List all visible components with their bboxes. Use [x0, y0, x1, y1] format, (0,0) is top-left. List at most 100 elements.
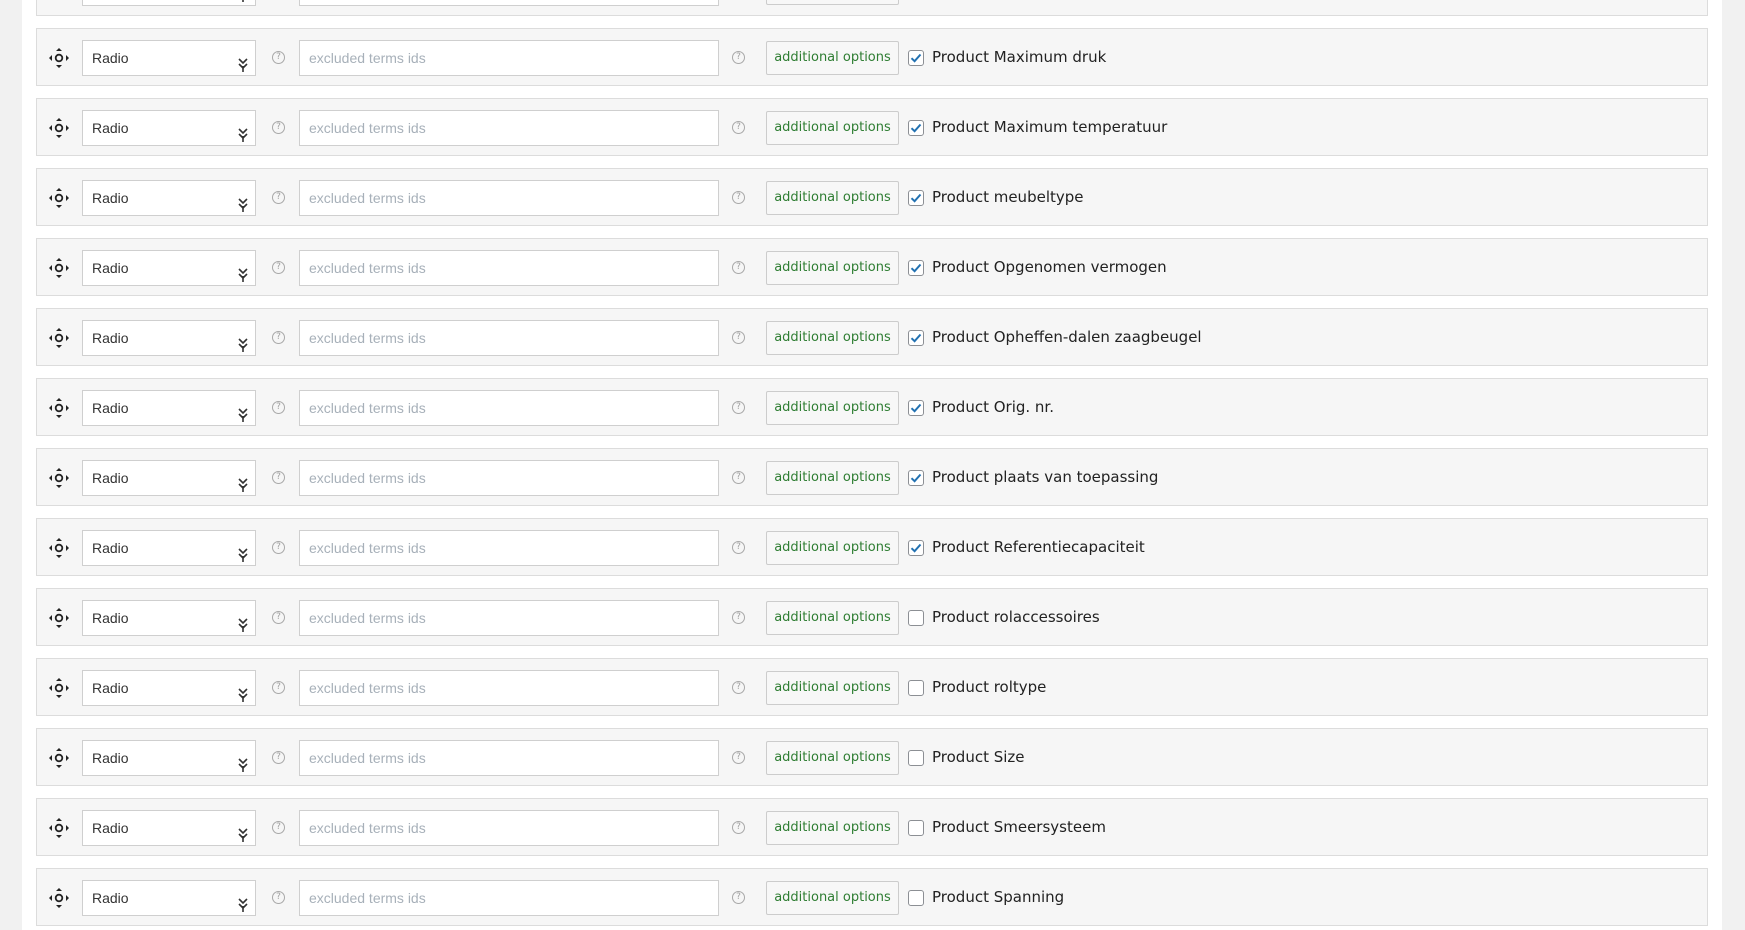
enable-checkbox[interactable] [908, 260, 924, 276]
drag-handle-icon[interactable] [46, 255, 72, 281]
additional-options-button[interactable]: additional options [766, 741, 899, 775]
help-icon[interactable]: ? [272, 261, 285, 274]
excluded-terms-input[interactable] [299, 320, 719, 356]
enable-checkbox[interactable] [908, 120, 924, 136]
drag-handle-icon[interactable] [46, 605, 72, 631]
excluded-terms-input[interactable] [299, 40, 719, 76]
additional-options-button[interactable]: additional options [766, 671, 899, 705]
help-icon[interactable]: ? [272, 121, 285, 134]
drag-handle-icon[interactable] [46, 185, 72, 211]
help-icon[interactable]: ? [732, 751, 745, 764]
additional-options-button[interactable]: additional options [766, 531, 899, 565]
additional-options-button[interactable]: additional options [766, 181, 899, 215]
filter-type-select[interactable]: Radio [82, 250, 256, 286]
filter-type-select[interactable]: Radio [82, 530, 256, 566]
filter-type-select[interactable]: Radio [82, 810, 256, 846]
filter-type-select[interactable]: Radio [82, 880, 256, 916]
excluded-terms-input[interactable] [299, 460, 719, 496]
excluded-terms-input[interactable] [299, 600, 719, 636]
filter-type-select[interactable]: Radio [82, 670, 256, 706]
additional-options-button[interactable]: additional options [766, 811, 899, 845]
drag-handle-icon[interactable] [46, 745, 72, 771]
filter-row: Radio?? additional options Product Orig. n… [36, 378, 1708, 436]
drag-handle-icon[interactable] [46, 535, 72, 561]
drag-handle-icon[interactable] [46, 325, 72, 351]
help-icon[interactable]: ? [272, 401, 285, 414]
help-icon[interactable]: ? [272, 471, 285, 484]
help-icon[interactable]: ? [732, 611, 745, 624]
excluded-terms-input[interactable] [299, 250, 719, 286]
enable-checkbox[interactable] [908, 890, 924, 906]
drag-handle-icon[interactable] [46, 115, 72, 141]
enable-checkbox[interactable] [908, 50, 924, 66]
additional-options-button[interactable]: additional options [766, 41, 899, 75]
excluded-terms-input[interactable] [299, 810, 719, 846]
help-icon[interactable]: ? [732, 821, 745, 834]
help-icon[interactable]: ? [732, 261, 745, 274]
enable-checkbox[interactable] [908, 330, 924, 346]
filter-type-select[interactable]: Radio [82, 460, 256, 496]
attribute-label: Product Referentiecapaciteit [932, 538, 1145, 556]
excluded-terms-input[interactable] [299, 670, 719, 706]
additional-options-button[interactable]: additional options [766, 601, 899, 635]
enable-checkbox[interactable] [908, 400, 924, 416]
filter-type-select[interactable]: Radio [82, 740, 256, 776]
help-icon[interactable]: ? [272, 331, 285, 344]
drag-handle-icon[interactable] [46, 465, 72, 491]
help-icon[interactable]: ? [272, 821, 285, 834]
help-icon[interactable]: ? [272, 751, 285, 764]
help-icon[interactable]: ? [272, 541, 285, 554]
additional-options-button[interactable]: additional options [766, 881, 899, 915]
enable-checkbox[interactable] [908, 190, 924, 206]
help-icon[interactable]: ? [732, 471, 745, 484]
additional-options-button[interactable]: additional options [766, 0, 899, 5]
filter-type-select[interactable]: Radio [82, 600, 256, 636]
additional-options-button[interactable]: additional options [766, 321, 899, 355]
filter-type-select[interactable]: Radio [82, 320, 256, 356]
filter-type-select[interactable]: Radio [82, 180, 256, 216]
filter-type-select[interactable]: Radio [82, 40, 256, 76]
excluded-terms-input[interactable] [299, 110, 719, 146]
excluded-terms-input[interactable] [299, 880, 719, 916]
excluded-terms-input[interactable] [299, 530, 719, 566]
excluded-terms-input[interactable] [299, 0, 719, 6]
enable-checkbox[interactable] [908, 820, 924, 836]
enable-checkbox[interactable] [908, 680, 924, 696]
help-icon[interactable]: ? [732, 891, 745, 904]
additional-options-button[interactable]: additional options [766, 251, 899, 285]
filter-row: Radio?? additional options Product Maximum… [36, 98, 1708, 156]
drag-handle-icon[interactable] [46, 45, 72, 71]
filter-row: Radio?? additional options Product Smeersy… [36, 798, 1708, 856]
drag-handle-icon[interactable] [46, 0, 72, 1]
excluded-terms-input[interactable] [299, 390, 719, 426]
help-icon[interactable]: ? [272, 611, 285, 624]
drag-handle-icon[interactable] [46, 675, 72, 701]
drag-handle-icon[interactable] [46, 885, 72, 911]
drag-handle-icon[interactable] [46, 815, 72, 841]
excluded-terms-input[interactable] [299, 740, 719, 776]
help-icon[interactable]: ? [272, 191, 285, 204]
additional-options-button[interactable]: additional options [766, 391, 899, 425]
help-icon[interactable]: ? [732, 121, 745, 134]
chevron-down-icon [237, 191, 249, 212]
help-icon[interactable]: ? [732, 541, 745, 554]
help-icon[interactable]: ? [732, 401, 745, 414]
additional-options-button[interactable]: additional options [766, 111, 899, 145]
help-icon[interactable]: ? [732, 681, 745, 694]
additional-options-button[interactable]: additional options [766, 461, 899, 495]
filter-type-select[interactable]: Radio [82, 110, 256, 146]
filter-type-select[interactable]: Radio [82, 390, 256, 426]
help-icon[interactable]: ? [732, 51, 745, 64]
drag-handle-icon[interactable] [46, 395, 72, 421]
excluded-terms-input[interactable] [299, 180, 719, 216]
enable-checkbox[interactable] [908, 540, 924, 556]
help-icon[interactable]: ? [272, 681, 285, 694]
help-icon[interactable]: ? [272, 51, 285, 64]
help-icon[interactable]: ? [732, 331, 745, 344]
help-icon[interactable]: ? [272, 891, 285, 904]
enable-checkbox[interactable] [908, 610, 924, 626]
filter-type-select[interactable]: Radio [82, 0, 256, 6]
enable-checkbox[interactable] [908, 750, 924, 766]
help-icon[interactable]: ? [732, 191, 745, 204]
enable-checkbox[interactable] [908, 470, 924, 486]
